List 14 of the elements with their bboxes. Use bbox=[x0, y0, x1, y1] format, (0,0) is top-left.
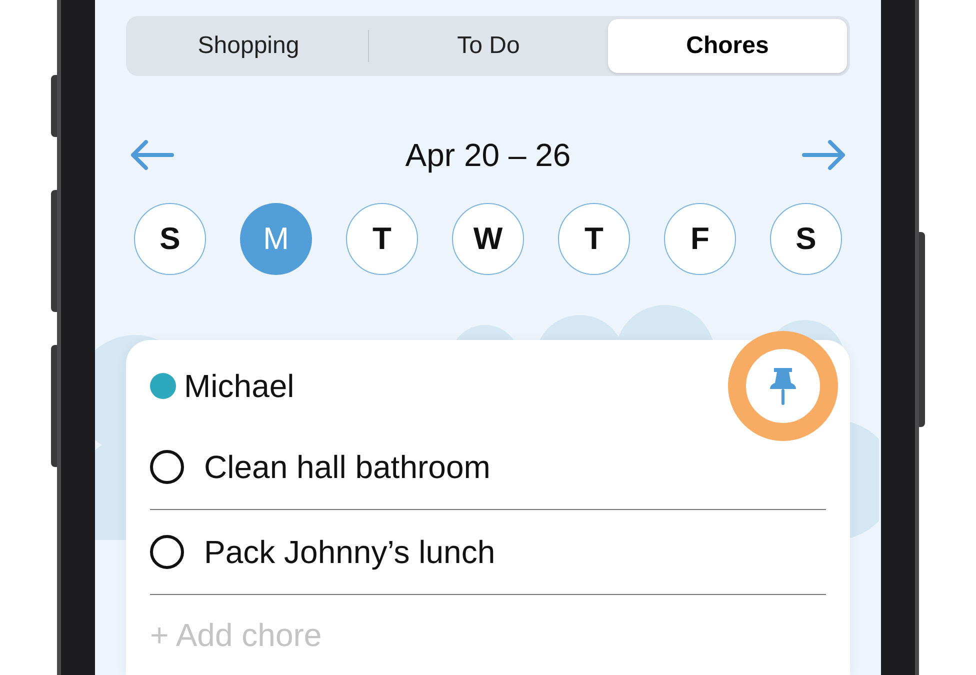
add-chore-field[interactable]: + Add chore bbox=[150, 595, 828, 675]
week-range: Apr 20 – 26 bbox=[405, 136, 571, 175]
day-button[interactable]: S bbox=[134, 203, 206, 275]
day-button[interactable]: T bbox=[558, 203, 630, 275]
segment-tab[interactable]: Shopping bbox=[129, 19, 368, 73]
day-button[interactable]: S bbox=[770, 203, 842, 275]
chore-label: Clean hall bathroom bbox=[204, 448, 490, 487]
segment-tab[interactable]: To Do bbox=[369, 19, 608, 73]
day-button[interactable]: W bbox=[452, 203, 524, 275]
member-name: Michael bbox=[184, 367, 294, 406]
segment-tab[interactable]: Chores bbox=[608, 19, 847, 73]
day-button[interactable]: T bbox=[346, 203, 418, 275]
chore-label: Pack Johnny’s lunch bbox=[204, 533, 496, 572]
day-button[interactable]: F bbox=[664, 203, 736, 275]
